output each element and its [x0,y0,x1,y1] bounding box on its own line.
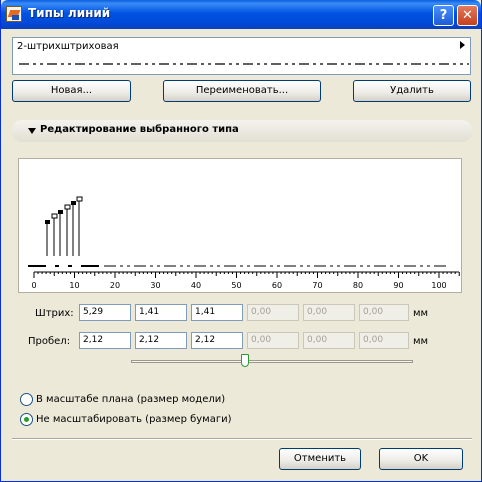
dash-field-2[interactable]: 1,41 [135,304,187,321]
gap-field-5[interactable]: 0,00 [303,332,355,349]
gap-field-1[interactable]: 2,12 [79,332,131,349]
footer-separator [12,438,472,440]
dash-field-5[interactable]: 0,00 [303,304,355,321]
scale-model-label[interactable]: В масштабе плана (размер модели) [36,394,225,405]
ruler-label: 90 [393,281,403,290]
scale-paper-label[interactable]: Не масштабировать (размер бумаги) [36,414,232,425]
dash-label: Штрих: [35,308,74,319]
collapse-arrow-icon[interactable] [28,128,36,134]
gap-label: Пробел: [28,336,71,347]
rename-button[interactable]: Переименовать... [163,80,321,102]
ruler-label: 60 [272,281,282,290]
gap-field-2[interactable]: 2,12 [135,332,187,349]
ruler-label: 50 [231,281,241,290]
app-icon [6,6,22,22]
line-type-preview [19,63,469,65]
gap-field-3[interactable]: 2,12 [191,332,243,349]
dash-field-6[interactable]: 0,00 [359,304,409,321]
ruler-label: 20 [110,281,120,290]
zoom-slider-thumb[interactable] [241,354,249,367]
dash-field-1[interactable]: 5,29 [79,304,131,321]
help-button[interactable]: ? [433,5,454,26]
title-bar[interactable]: Типы линий ? ✕ [1,0,481,29]
new-button[interactable]: Новая... [12,80,131,102]
gap-field-4[interactable]: 0,00 [247,332,299,349]
dash-unit: мм [413,308,429,319]
dash-field-3[interactable]: 1,41 [191,304,243,321]
cancel-button[interactable]: Отменить [279,448,361,470]
edit-section-header[interactable]: Редактирование выбранного типа [12,120,472,142]
ruler-label: 0 [31,281,36,290]
delete-button[interactable]: Удалить [353,80,471,102]
line-type-selector[interactable]: 2-штрихштриховая [12,37,471,75]
ruler-label: 10 [69,281,79,290]
edit-section-title: Редактирование выбранного типа [40,124,239,135]
ruler-label: 100 [431,281,446,290]
zoom-slider-track[interactable] [131,360,413,363]
close-button[interactable]: ✕ [457,5,478,26]
line-types-dialog: Типы линий ? ✕ 2-штрихштриховая Новая...… [0,0,482,482]
dash-field-4[interactable]: 0,00 [247,304,299,321]
gap-unit: мм [413,336,429,347]
scale-paper-radio[interactable] [20,413,33,426]
scale-model-radio[interactable] [20,393,33,406]
dash-pattern-editor[interactable]: 0 10 20 30 40 50 60 70 80 90 100 [18,158,462,293]
gap-field-6[interactable]: 0,00 [359,332,409,349]
ruler-label: 30 [150,281,160,290]
ruler-label: 80 [353,281,363,290]
dash-pattern-canvas[interactable]: 0 10 20 30 40 50 60 70 80 90 100 [19,159,461,292]
ruler: 0 10 20 30 40 50 60 70 80 90 100 [31,271,460,290]
ruler-label: 40 [191,281,201,290]
ok-button[interactable]: OK [379,448,463,470]
line-type-name: 2-штрихштриховая [17,41,119,52]
dropdown-arrow-icon[interactable] [460,41,465,49]
window-title: Типы линий [28,6,111,20]
ruler-label: 70 [312,281,322,290]
